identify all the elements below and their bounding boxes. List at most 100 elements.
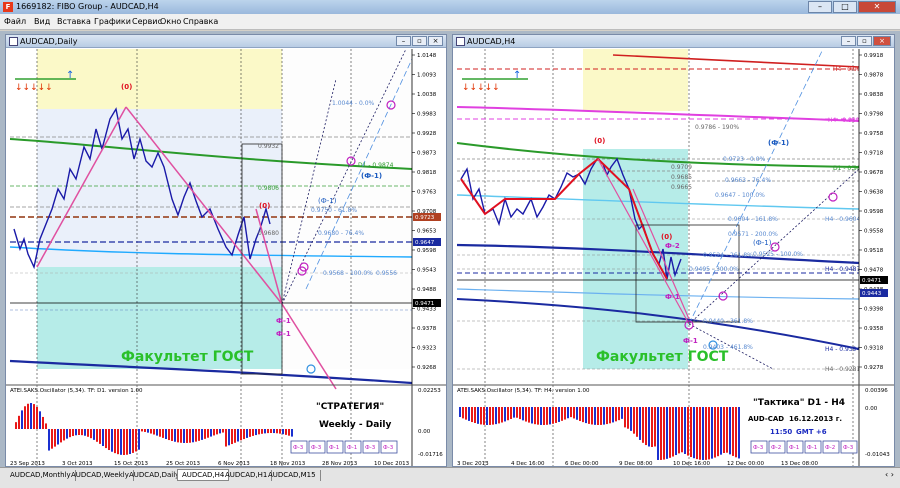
histogram-bar [687, 407, 689, 456]
histogram-bar [522, 407, 524, 421]
menu-help[interactable]: Справка [183, 17, 218, 26]
histogram-bar [516, 407, 518, 418]
histogram-bar [153, 429, 155, 435]
h4-plot[interactable]: ↓↓↓↓↓ ↑ H4 - 0.9901 H4 - 0.9807 0.9786 -… [453, 49, 894, 467]
daily-plot[interactable]: ↓↓↓↓↓ ↑ 1.0044 - 0.0% 0.9932 D1 - 0.9874… [6, 49, 446, 467]
chart-window-h4[interactable]: AUDCAD,H4 – ▫ × ↓↓↓↓↓ ↑ H4 - 0.9901 H4 -… [452, 34, 895, 467]
price-tick-label: 0.9543 [417, 268, 437, 274]
histogram-bar [57, 429, 59, 445]
histogram-bar [552, 407, 554, 424]
time-label: 11:50 [770, 428, 792, 436]
histogram-bar [600, 407, 602, 425]
chart-window-controls: – ▫ × [396, 36, 443, 46]
histogram-bar [186, 429, 188, 443]
window-controls: – □ ✕ [808, 1, 896, 13]
price-tick-label: 0.9678 [864, 170, 884, 176]
maximize-icon[interactable]: □ [833, 1, 857, 13]
chart-titlebar[interactable]: AUDCAD,Daily – ▫ × [6, 35, 446, 48]
phi-button-label: Ф-3 [843, 445, 854, 451]
close-icon[interactable]: × [428, 36, 443, 46]
histogram-bar [606, 407, 608, 425]
histogram-bar [702, 407, 704, 460]
minimize-icon[interactable]: – [841, 36, 856, 46]
histogram-bar [525, 407, 527, 422]
level-label: 0.9556 [376, 270, 397, 277]
price-tick-label: 0.9378 [417, 326, 437, 332]
level-label: 0.9723 - 0.0% [723, 156, 766, 163]
histogram-bar [45, 423, 47, 429]
level-label: D1 - 0.9874 [358, 162, 394, 169]
histogram-bar [510, 407, 512, 419]
histogram-bar [192, 429, 194, 443]
histogram-bar [729, 407, 731, 455]
histogram-bar [573, 407, 575, 419]
close-icon[interactable]: × [873, 36, 891, 46]
menu-view[interactable]: Вид [34, 17, 50, 26]
histogram-bar [261, 429, 263, 434]
tab-scroll-icon[interactable]: ‹ › [885, 470, 894, 479]
histogram-bar [222, 429, 224, 433]
tab-daily[interactable]: AUDCAD,Daily [125, 470, 185, 481]
histogram-bar [564, 407, 566, 420]
histogram-bar [738, 407, 740, 459]
zone-teal [583, 149, 688, 369]
price-tick-label: 1.0148 [417, 53, 437, 59]
phi-buttons[interactable]: Ф-3 Ф-2 Ф-1 Ф-1 Ф-2 Ф-3 [750, 440, 858, 454]
level-label: (Ф-1) [318, 197, 337, 205]
menu-insert[interactable]: Вставка [57, 17, 91, 26]
tab-monthly[interactable]: AUDCAD,Monthly [6, 470, 76, 481]
window-title: 1669182: FIBO Group - AUDCAD,H4 [16, 2, 159, 11]
chart-window-daily[interactable]: AUDCAD,Daily – ▫ × ↓↓↓↓↓ ↑ 1.0044 - 0.0%… [5, 34, 447, 467]
histogram-bar [555, 407, 557, 423]
level-label: (Ф-1) [753, 239, 772, 247]
price-box-label: 0.9723 [415, 215, 435, 221]
menu-file[interactable]: Файл [4, 17, 26, 26]
histogram-bar [195, 429, 197, 442]
histogram-bar [81, 429, 83, 436]
tab-weekly[interactable]: AUDCAD,Weekly [67, 470, 134, 481]
level-label: 0.9665 [671, 184, 692, 191]
pair-label: AUD-CAD [748, 415, 784, 423]
indicator-scale-zero: 0.00 [865, 406, 878, 412]
level-label: 0.9568 - 100.0% [323, 270, 373, 277]
price-tick-label: 0.9818 [417, 170, 437, 176]
menu-tools[interactable]: Сервис [132, 17, 162, 26]
menu-window[interactable]: Окно [160, 17, 181, 26]
histogram-bar [102, 429, 104, 446]
histogram-bar [669, 407, 671, 458]
signal-arrows: ↓↓↓↓↓ [462, 83, 500, 93]
menu-bar: Файл Вид Вставка Графики Сервис Окно Спр… [0, 14, 900, 30]
level-label: 0.9685 [671, 174, 692, 181]
histogram-bar [162, 429, 164, 438]
histogram-bar [267, 429, 269, 434]
menu-charts[interactable]: Графики [94, 17, 131, 26]
phi-button-label: Ф-3 [753, 445, 764, 451]
restore-icon[interactable]: ▫ [412, 36, 427, 46]
tab-m15[interactable]: AUDCAD,M15 [264, 470, 321, 481]
histogram-bar [711, 407, 713, 459]
histogram-bar [561, 407, 563, 421]
histogram-bar [234, 429, 236, 443]
price-tick-label: 0.9718 [864, 151, 884, 157]
restore-icon[interactable]: ▫ [857, 36, 872, 46]
price-tick-label: 0.9598 [864, 209, 884, 215]
price-tick-label: 0.9478 [864, 268, 884, 274]
histogram-bar [225, 429, 227, 447]
chart-title: AUDCAD,Daily [20, 37, 78, 46]
price-tick-label: 0.9398 [864, 307, 884, 313]
histogram-bar [705, 407, 707, 460]
histogram-bar [126, 429, 128, 455]
level-label: 0.9786 - 190% [695, 124, 739, 131]
histogram-bar [480, 407, 482, 425]
close-icon[interactable]: ✕ [858, 1, 896, 13]
minimize-icon[interactable]: – [396, 36, 411, 46]
minimize-icon[interactable]: – [808, 1, 832, 13]
chart-titlebar[interactable]: AUDCAD,H4 – ▫ × [453, 35, 894, 48]
price-tick-label: 1.0093 [417, 73, 437, 79]
phi-button-label: Ф-3 [365, 445, 376, 451]
histogram-bar [78, 429, 80, 436]
phi-buttons[interactable]: Ф-3 Ф-3 Ф-1 Ф-1 Ф-3 Ф-3 [290, 440, 398, 454]
histogram-bar [18, 415, 20, 429]
price-box-label: 0.9443 [862, 291, 882, 297]
strategy-subcaption: Weekly - Daily [319, 420, 391, 430]
